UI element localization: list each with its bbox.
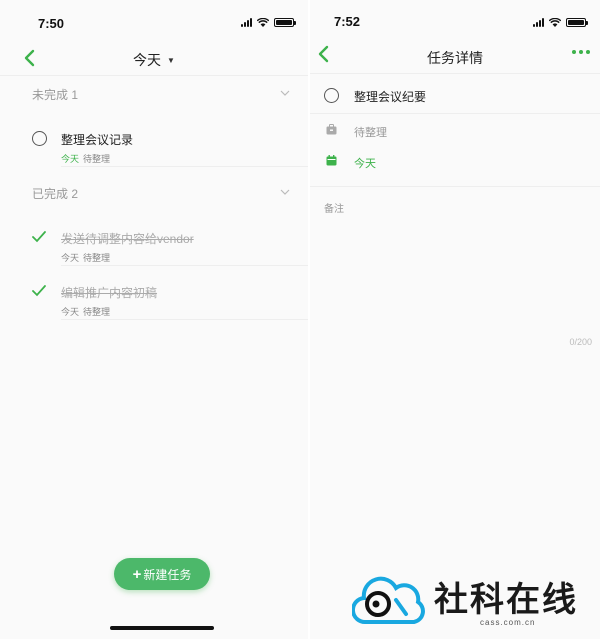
task-title: 编辑推广内容初稿 [61,286,158,300]
due-date-selector[interactable]: 今天 [354,155,376,171]
task-title: 发送待调整内容给vendor [61,232,194,246]
divider [61,319,308,320]
today-list-screen: 7:50 今天 ▼ 未完成 1 整理会议记录 今天 待整理 已完成 2 发送待调… [0,0,308,639]
cellular-signal-icon [533,18,544,27]
section-header-completed[interactable]: 已完成 2 [32,185,294,209]
notes-field[interactable]: 备注 [324,200,344,215]
task-checkbox[interactable] [324,88,339,103]
task-title-field[interactable]: 整理会议纪要 [354,88,426,105]
page-title: 任务详情 [427,50,483,66]
task-meta: 今天 待整理 [61,305,110,318]
char-count: 0/200 [569,337,592,347]
home-indicator[interactable] [110,626,214,630]
task-checkbox[interactable] [32,131,47,146]
task-date: 今天 [61,154,80,164]
section-header-incomplete[interactable]: 未完成 1 [32,86,294,110]
section-label: 已完成 2 [32,187,79,201]
section-label: 未完成 1 [32,88,79,102]
divider [310,113,600,114]
battery-icon [566,18,588,27]
task-date: 今天 [61,253,80,263]
task-list: 待整理 [83,154,111,164]
status-icons [533,18,588,27]
add-task-label: 新建任务 [143,567,192,582]
wifi-icon [549,18,561,27]
task-item[interactable]: 编辑推广内容初稿 今天 待整理 [32,281,308,327]
nav-bar: 任务详情 [310,40,600,74]
status-bar: 7:50 [0,0,308,44]
more-options-icon[interactable] [572,50,590,54]
task-date: 今天 [61,307,80,317]
status-time: 7:52 [334,14,361,29]
watermark-url: cass.com.cn [480,618,536,627]
task-list: 待整理 [83,307,111,317]
task-item[interactable]: 整理会议记录 今天 待整理 [32,128,308,174]
chevron-down-icon [280,189,290,195]
chevron-down-icon [280,90,290,96]
nav-bar: 今天 ▼ [0,42,308,76]
divider [61,265,308,266]
plus-icon: + [132,565,142,583]
status-bar: 7:52 [310,0,600,44]
list-folder-icon [326,124,337,135]
wifi-icon [257,18,269,27]
task-item[interactable]: 发送待调整内容给vendor 今天 待整理 [32,227,308,273]
watermark-name: 社科在线 [434,580,578,620]
task-list: 待整理 [83,253,111,263]
task-meta: 今天 待整理 [61,152,110,165]
task-meta: 今天 待整理 [61,251,110,264]
checkmark-icon[interactable] [32,285,46,297]
list-switcher[interactable]: 今天 ▼ [0,50,308,70]
task-list-selector[interactable]: 待整理 [354,124,387,140]
divider [310,186,600,187]
divider [61,166,308,167]
status-icons [241,18,296,27]
caret-down-icon: ▼ [167,56,175,65]
calendar-icon [326,155,337,166]
battery-icon [274,18,296,27]
task-title: 整理会议记录 [61,133,134,147]
task-detail-screen: 7:52 任务详情 整理会议纪要 待整理 今天 备注 0/200 [310,0,600,639]
checkmark-icon[interactable] [32,231,46,243]
cloud-logo-icon [352,576,425,625]
page-title: 今天 [133,52,162,68]
add-task-button[interactable]: + 新建任务 [114,558,210,590]
status-time: 7:50 [38,16,65,31]
watermark-logo: 社科在线 cass.com.cn [352,568,592,636]
cellular-signal-icon [241,18,252,27]
